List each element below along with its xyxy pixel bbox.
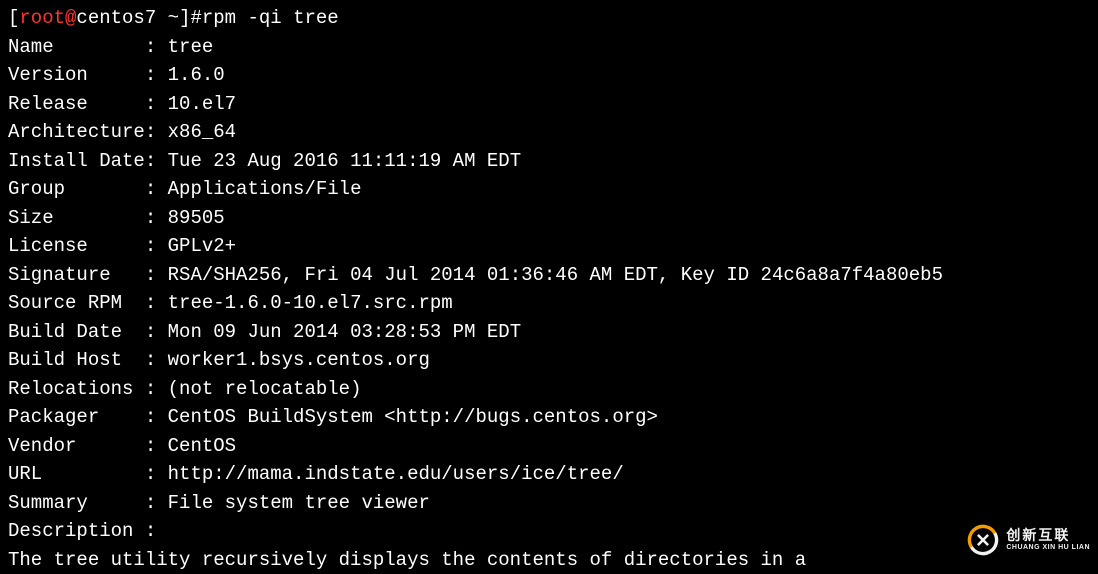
field-sep: : — [145, 178, 168, 200]
field-label: Description — [8, 520, 145, 542]
prompt-space — [156, 7, 167, 29]
field-value: (not relocatable) — [168, 378, 362, 400]
field-value: x86_64 — [168, 121, 236, 143]
field-build-date: Build Date : Mon 09 Jun 2014 03:28:53 PM… — [8, 318, 1090, 347]
field-sep: : — [145, 264, 168, 286]
field-value: http://mama.indstate.edu/users/ice/tree/ — [168, 463, 624, 485]
prompt-path: ~ — [168, 7, 179, 29]
watermark-cn: 创新互联 — [1006, 528, 1090, 543]
field-size: Size : 89505 — [8, 204, 1090, 233]
watermark-en: CHUANG XIN HU LIAN — [1006, 544, 1090, 552]
field-source-rpm: Source RPM : tree-1.6.0-10.el7.src.rpm — [8, 289, 1090, 318]
shell-prompt[interactable]: [root@centos7 ~]#rpm -qi tree — [8, 4, 1090, 33]
field-label: Source RPM — [8, 292, 145, 314]
prompt-open-bracket: [ — [8, 7, 19, 29]
field-sep: : — [145, 378, 168, 400]
field-sep: : — [145, 349, 168, 371]
watermark-text: 创新互联 CHUANG XIN HU LIAN — [1006, 528, 1090, 551]
field-sep: : — [145, 121, 168, 143]
field-license: License : GPLv2+ — [8, 232, 1090, 261]
field-label: Build Date — [8, 321, 145, 343]
field-sep: : — [145, 492, 168, 514]
field-value: tree — [168, 36, 214, 58]
field-signature: Signature : RSA/SHA256, Fri 04 Jul 2014 … — [8, 261, 1090, 290]
field-value: 1.6.0 — [168, 64, 225, 86]
field-value: CentOS BuildSystem <http://bugs.centos.o… — [168, 406, 658, 428]
field-sep: : — [145, 463, 168, 485]
field-value: RSA/SHA256, Fri 04 Jul 2014 01:36:46 AM … — [168, 264, 943, 286]
field-label: Relocations — [8, 378, 145, 400]
field-sep: : — [145, 64, 168, 86]
field-vendor: Vendor : CentOS — [8, 432, 1090, 461]
field-value: Mon 09 Jun 2014 03:28:53 PM EDT — [168, 321, 521, 343]
prompt-at: @ — [65, 7, 76, 29]
field-label: Install Date — [8, 150, 145, 172]
field-release: Release : 10.el7 — [8, 90, 1090, 119]
field-version: Version : 1.6.0 — [8, 61, 1090, 90]
field-summary: Summary : File system tree viewer — [8, 489, 1090, 518]
watermark-logo-icon — [966, 523, 1000, 557]
field-label: Name — [8, 36, 145, 58]
field-sep: : — [145, 235, 168, 257]
prompt-host: centos7 — [76, 7, 156, 29]
field-label: License — [8, 235, 145, 257]
field-sep: : — [145, 292, 168, 314]
field-label: URL — [8, 463, 145, 485]
field-label: Version — [8, 64, 145, 86]
prompt-hash: # — [190, 7, 201, 29]
field-label: Summary — [8, 492, 145, 514]
field-value: GPLv2+ — [168, 235, 236, 257]
field-sep: : — [145, 321, 168, 343]
field-build-host: Build Host : worker1.bsys.centos.org — [8, 346, 1090, 375]
prompt-user: root — [19, 7, 65, 29]
field-value: File system tree viewer — [168, 492, 430, 514]
field-sep: : — [145, 435, 168, 457]
field-sep: : — [145, 150, 168, 172]
field-url: URL : http://mama.indstate.edu/users/ice… — [8, 460, 1090, 489]
field-value: Applications/File — [168, 178, 362, 200]
field-value: CentOS — [168, 435, 236, 457]
field-label: Release — [8, 93, 145, 115]
field-label: Architecture — [8, 121, 145, 143]
field-value: tree-1.6.0-10.el7.src.rpm — [168, 292, 453, 314]
field-value: 89505 — [168, 207, 225, 229]
prompt-command: rpm -qi tree — [202, 7, 339, 29]
field-sep: : — [145, 406, 168, 428]
field-sep: : — [145, 207, 168, 229]
watermark: 创新互联 CHUANG XIN HU LIAN — [966, 523, 1090, 557]
field-install-date: Install Date: Tue 23 Aug 2016 11:11:19 A… — [8, 147, 1090, 176]
field-value: Tue 23 Aug 2016 11:11:19 AM EDT — [168, 150, 521, 172]
field-label: Packager — [8, 406, 145, 428]
field-label: Group — [8, 178, 145, 200]
field-relocations: Relocations : (not relocatable) — [8, 375, 1090, 404]
field-value: 10.el7 — [168, 93, 236, 115]
field-sep: : — [145, 93, 168, 115]
field-label: Vendor — [8, 435, 145, 457]
field-group: Group : Applications/File — [8, 175, 1090, 204]
description-body: The tree utility recursively displays th… — [8, 546, 1090, 574]
field-sep: : — [145, 520, 156, 542]
field-label: Signature — [8, 264, 145, 286]
field-name: Name : tree — [8, 33, 1090, 62]
field-packager: Packager : CentOS BuildSystem <http://bu… — [8, 403, 1090, 432]
field-value: worker1.bsys.centos.org — [168, 349, 430, 371]
field-label: Build Host — [8, 349, 145, 371]
field-description: Description : — [8, 517, 1090, 546]
field-sep: : — [145, 36, 168, 58]
field-architecture: Architecture: x86_64 — [8, 118, 1090, 147]
prompt-close-bracket: ] — [179, 7, 190, 29]
field-label: Size — [8, 207, 145, 229]
